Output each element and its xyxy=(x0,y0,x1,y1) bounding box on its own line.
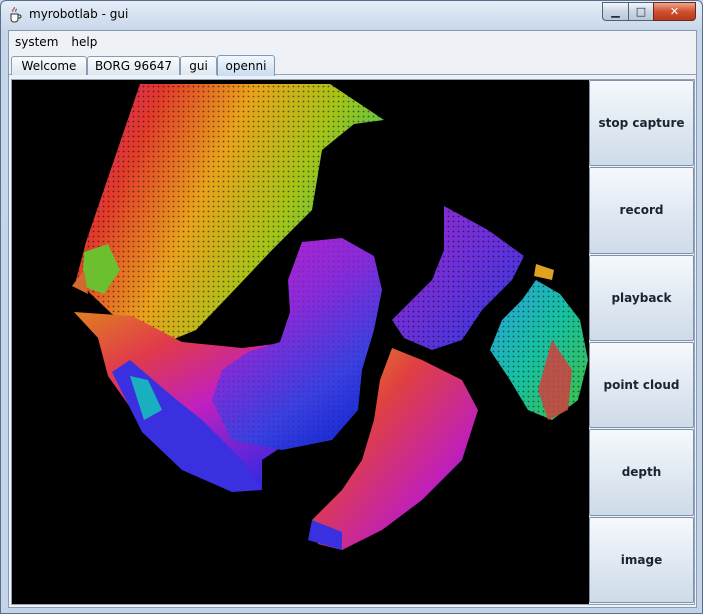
tab-gui[interactable]: gui xyxy=(180,56,217,75)
depth-button[interactable]: depth xyxy=(589,429,694,516)
menu-help[interactable]: help xyxy=(71,35,97,49)
maximize-icon[interactable]: □ xyxy=(628,2,653,21)
point-cloud-button[interactable]: point cloud xyxy=(589,341,694,429)
record-button[interactable]: record xyxy=(589,167,694,254)
title-bar[interactable]: myrobotlab - gui ▁ □ ✕ xyxy=(1,1,702,29)
menu-bar: system help xyxy=(9,31,696,53)
tab-openni[interactable]: openni xyxy=(217,55,275,76)
tab-welcome[interactable]: Welcome xyxy=(11,56,87,75)
tab-strip: Welcome BORG 96647 gui openni xyxy=(9,53,696,76)
java-cup-icon xyxy=(8,6,22,23)
window-title: myrobotlab - gui xyxy=(29,7,129,21)
caption-buttons: ▁ □ ✕ xyxy=(602,2,696,21)
client-area: system help Welcome BORG 96647 gui openn… xyxy=(8,30,697,608)
minimize-icon[interactable]: ▁ xyxy=(602,2,628,21)
stop-capture-button[interactable]: stop capture xyxy=(589,80,694,167)
depth-viewport[interactable] xyxy=(12,80,589,604)
depth-image xyxy=(72,84,588,550)
menu-system[interactable]: system xyxy=(15,35,58,49)
openni-controls: stop capture record playback point cloud… xyxy=(589,80,694,604)
tab-borg-96647[interactable]: BORG 96647 xyxy=(87,56,180,75)
playback-button[interactable]: playback xyxy=(589,254,694,341)
close-icon[interactable]: ✕ xyxy=(653,2,696,21)
image-button[interactable]: image xyxy=(589,516,694,603)
openni-panel: stop capture record playback point cloud… xyxy=(11,79,695,605)
app-window: myrobotlab - gui ▁ □ ✕ system help Welco… xyxy=(0,0,703,614)
